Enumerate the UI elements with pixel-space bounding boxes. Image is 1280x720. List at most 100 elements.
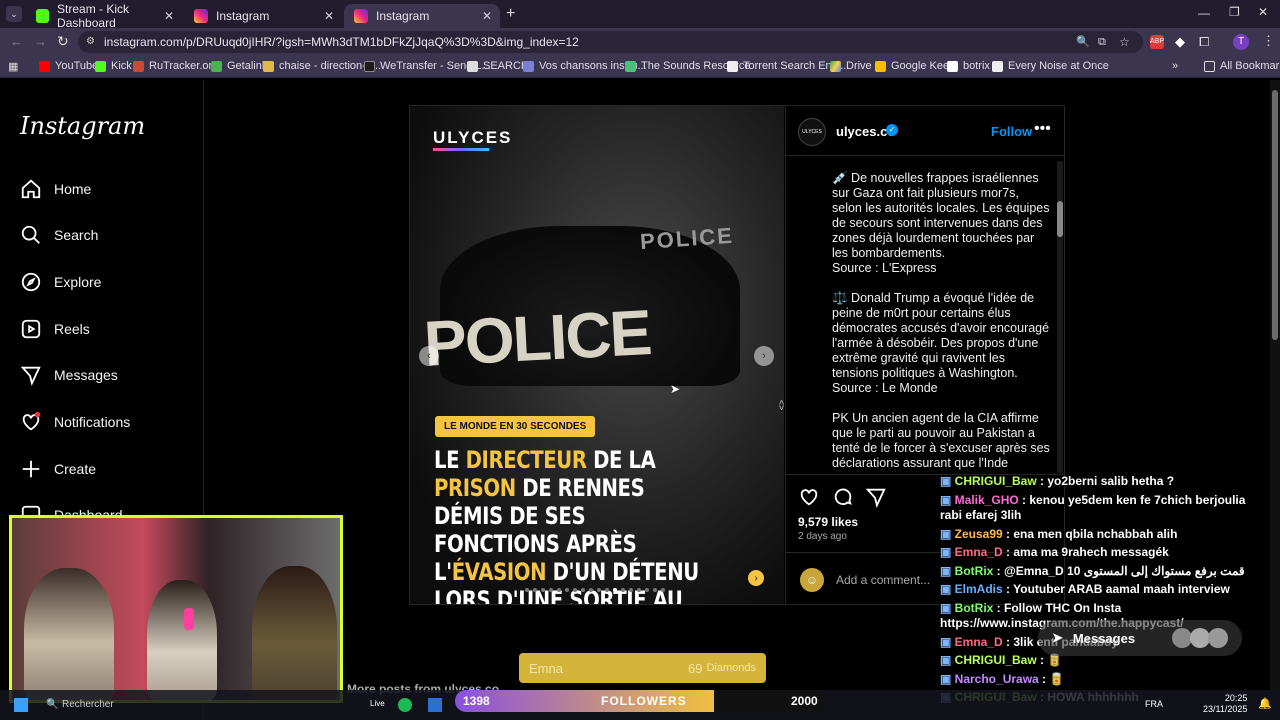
site-info-icon[interactable]: ⚙ bbox=[86, 31, 95, 53]
nav-home[interactable]: Home bbox=[20, 178, 91, 200]
restore-button[interactable]: ❐ bbox=[1229, 5, 1240, 19]
like-heart-icon[interactable] bbox=[798, 486, 820, 508]
bookmark-star-icon[interactable]: ☆ bbox=[1119, 31, 1130, 53]
bookmark-search[interactable]: SEARCH bbox=[467, 60, 529, 72]
chair-icon bbox=[263, 60, 274, 72]
comment-icon[interactable] bbox=[832, 486, 854, 508]
page-scrollbar[interactable] bbox=[1270, 80, 1280, 690]
avatar bbox=[1208, 628, 1228, 648]
nav-notifications[interactable]: Notifications bbox=[20, 411, 130, 433]
followers-label: FOLLOWERS bbox=[601, 694, 687, 708]
compass-icon bbox=[21, 272, 41, 292]
nav-label: Notifications bbox=[54, 414, 131, 430]
nav-label: Explore bbox=[54, 274, 102, 290]
page-icon bbox=[992, 60, 1003, 72]
scrollbar-thumb[interactable] bbox=[1057, 201, 1063, 237]
rutracker-icon bbox=[133, 60, 144, 72]
close-window-button[interactable]: ✕ bbox=[1258, 5, 1268, 19]
slide-next-arrow-icon: › bbox=[748, 570, 764, 586]
caption-scrollbar[interactable] bbox=[1057, 161, 1063, 473]
more-bookmarks-icon[interactable]: » bbox=[1172, 60, 1178, 72]
instagram-logo[interactable]: Instagram bbox=[20, 112, 145, 140]
bookmark-kick[interactable]: Kick bbox=[95, 60, 132, 72]
messages-floating-bubble[interactable]: ➤ Messages bbox=[1038, 620, 1242, 656]
tab-label: Instagram bbox=[216, 9, 270, 23]
taskbar-search[interactable]: 🔍 Rechercher bbox=[44, 696, 184, 714]
taskbar-app-live-icon[interactable]: Live bbox=[370, 699, 385, 708]
extensions-puzzle-icon[interactable]: ⧠ bbox=[1199, 34, 1209, 50]
follow-button[interactable]: Follow bbox=[991, 124, 1032, 139]
url-field[interactable]: ⚙ instagram.com/p/DRUuqd0jIHR/?igsh=MWh3… bbox=[78, 31, 1143, 53]
likes-count[interactable]: 9,579 likes bbox=[798, 515, 858, 529]
tab-instagram-1[interactable]: Instagram ✕ bbox=[184, 4, 342, 28]
tab-list-chevron-icon[interactable]: ⌄ bbox=[6, 6, 22, 22]
chat-message: ▣ CHRIGUI_Baw : yo2berni salib hetha ? bbox=[940, 474, 1270, 490]
menu-kebab-icon[interactable]: ⋮ bbox=[1262, 33, 1275, 49]
author-avatar[interactable]: ULYCES bbox=[798, 118, 826, 146]
post-media-carousel[interactable]: POLICE POLICE ULYCES LE MONDE EN 30 SECO… bbox=[410, 106, 784, 604]
tab-kick-dashboard[interactable]: Stream - Kick Dashboard ✕ bbox=[26, 2, 182, 30]
carousel-prev-button[interactable]: ‹ bbox=[419, 346, 439, 366]
extension-icon[interactable]: ◆ bbox=[1175, 34, 1185, 50]
nav-search[interactable]: Search bbox=[20, 224, 98, 246]
reload-icon[interactable]: ↻ bbox=[57, 33, 69, 50]
bookmark-every-noise[interactable]: Every Noise at Once bbox=[992, 60, 1109, 72]
bookmarks-bar: ▦ YouTube Kick RuTracker.org Getalink ch… bbox=[0, 56, 1280, 78]
bookmark-drive[interactable]: Drive bbox=[830, 60, 872, 72]
minimize-button[interactable]: — bbox=[1198, 6, 1210, 20]
install-icon[interactable]: ⧉ bbox=[1098, 31, 1106, 53]
bookmark-botrix[interactable]: botrix bbox=[947, 60, 990, 72]
tab-instagram-active[interactable]: Instagram ✕ bbox=[344, 4, 500, 28]
chat-badge-icon: ▣ bbox=[940, 600, 955, 615]
chat-text: : yo2berni salib hetha ? bbox=[1036, 474, 1175, 488]
scrollbar-thumb[interactable] bbox=[1272, 90, 1278, 340]
chat-badge-icon: ▣ bbox=[940, 474, 955, 488]
carousel-dot bbox=[525, 588, 529, 592]
zoom-icon[interactable]: 🔍 bbox=[1076, 31, 1090, 53]
nav-messages[interactable]: Messages bbox=[20, 364, 118, 386]
post-date[interactable]: 2 days ago bbox=[798, 531, 847, 542]
carousel-dots bbox=[525, 588, 665, 592]
chat-text: : Youtuber ARAB aamal maah interview bbox=[1002, 582, 1230, 596]
taskbar-clock[interactable]: 20:25 23/11/2025 bbox=[1203, 693, 1247, 715]
carousel-next-button[interactable]: › bbox=[754, 346, 774, 366]
taskbar-search-label: Rechercher bbox=[62, 699, 114, 710]
messages-bubble-label: Messages bbox=[1072, 630, 1136, 646]
adblock-extension-icon[interactable]: ABP bbox=[1150, 35, 1164, 49]
emoji-picker-icon[interactable]: ☺ bbox=[800, 568, 824, 592]
close-icon[interactable]: ✕ bbox=[324, 9, 334, 23]
windows-start-icon[interactable] bbox=[14, 698, 28, 712]
bookmark-youtube[interactable]: YouTube bbox=[39, 60, 98, 72]
taskbar-lang[interactable]: FRA bbox=[1145, 699, 1163, 709]
back-icon[interactable]: ← bbox=[10, 34, 23, 49]
comment-input[interactable]: Add a comment... bbox=[836, 573, 930, 587]
collapse-toggle-icon[interactable]: <> bbox=[776, 400, 786, 411]
taskbar-app-spotify-icon[interactable] bbox=[398, 698, 412, 712]
bookmark-google-keep[interactable]: Google Keep bbox=[875, 60, 955, 72]
taskbar-app-icon[interactable] bbox=[428, 698, 442, 712]
caption-paragraph: ⚖️ Donald Trump a évoqué l'idée de peine… bbox=[832, 291, 1050, 395]
share-icon[interactable] bbox=[865, 486, 887, 508]
all-bookmarks-button[interactable]: All Bookmarks bbox=[1204, 60, 1280, 72]
apps-grid-icon[interactable]: ▦ bbox=[8, 60, 18, 73]
nav-create[interactable]: Create bbox=[20, 458, 96, 480]
new-tab-button[interactable]: + bbox=[506, 5, 515, 23]
chat-message: ▣ Malik_GHO : kenou ye5dem ken fe 7chich… bbox=[940, 493, 1270, 524]
bookmark-getalink[interactable]: Getalink bbox=[211, 60, 267, 72]
verified-badge-icon: ✓ bbox=[886, 124, 898, 136]
bookmark-rutracker[interactable]: RuTracker.org bbox=[133, 60, 218, 72]
nav-explore[interactable]: Explore bbox=[20, 271, 101, 293]
notification-bell-icon[interactable]: 🔔 bbox=[1258, 697, 1272, 710]
caption-paragraph: 💉 De nouvelles frappes israéliennes sur … bbox=[832, 171, 1050, 275]
profile-avatar[interactable]: T bbox=[1233, 34, 1249, 50]
carousel-dot bbox=[541, 588, 545, 592]
headline-highlight: DIRECTEUR bbox=[465, 446, 587, 474]
close-icon[interactable]: ✕ bbox=[482, 9, 492, 23]
goal-amount: 69 bbox=[688, 660, 703, 676]
more-options-icon[interactable]: ••• bbox=[1034, 120, 1051, 138]
post-headline: LE DIRECTEUR DE LA PRISON DE RENNES DÉMI… bbox=[434, 446, 705, 604]
forward-icon[interactable]: → bbox=[34, 34, 47, 49]
nav-reels[interactable]: Reels bbox=[20, 318, 90, 340]
chat-badge-icon: ▣ bbox=[940, 545, 955, 559]
close-icon[interactable]: ✕ bbox=[164, 9, 174, 23]
